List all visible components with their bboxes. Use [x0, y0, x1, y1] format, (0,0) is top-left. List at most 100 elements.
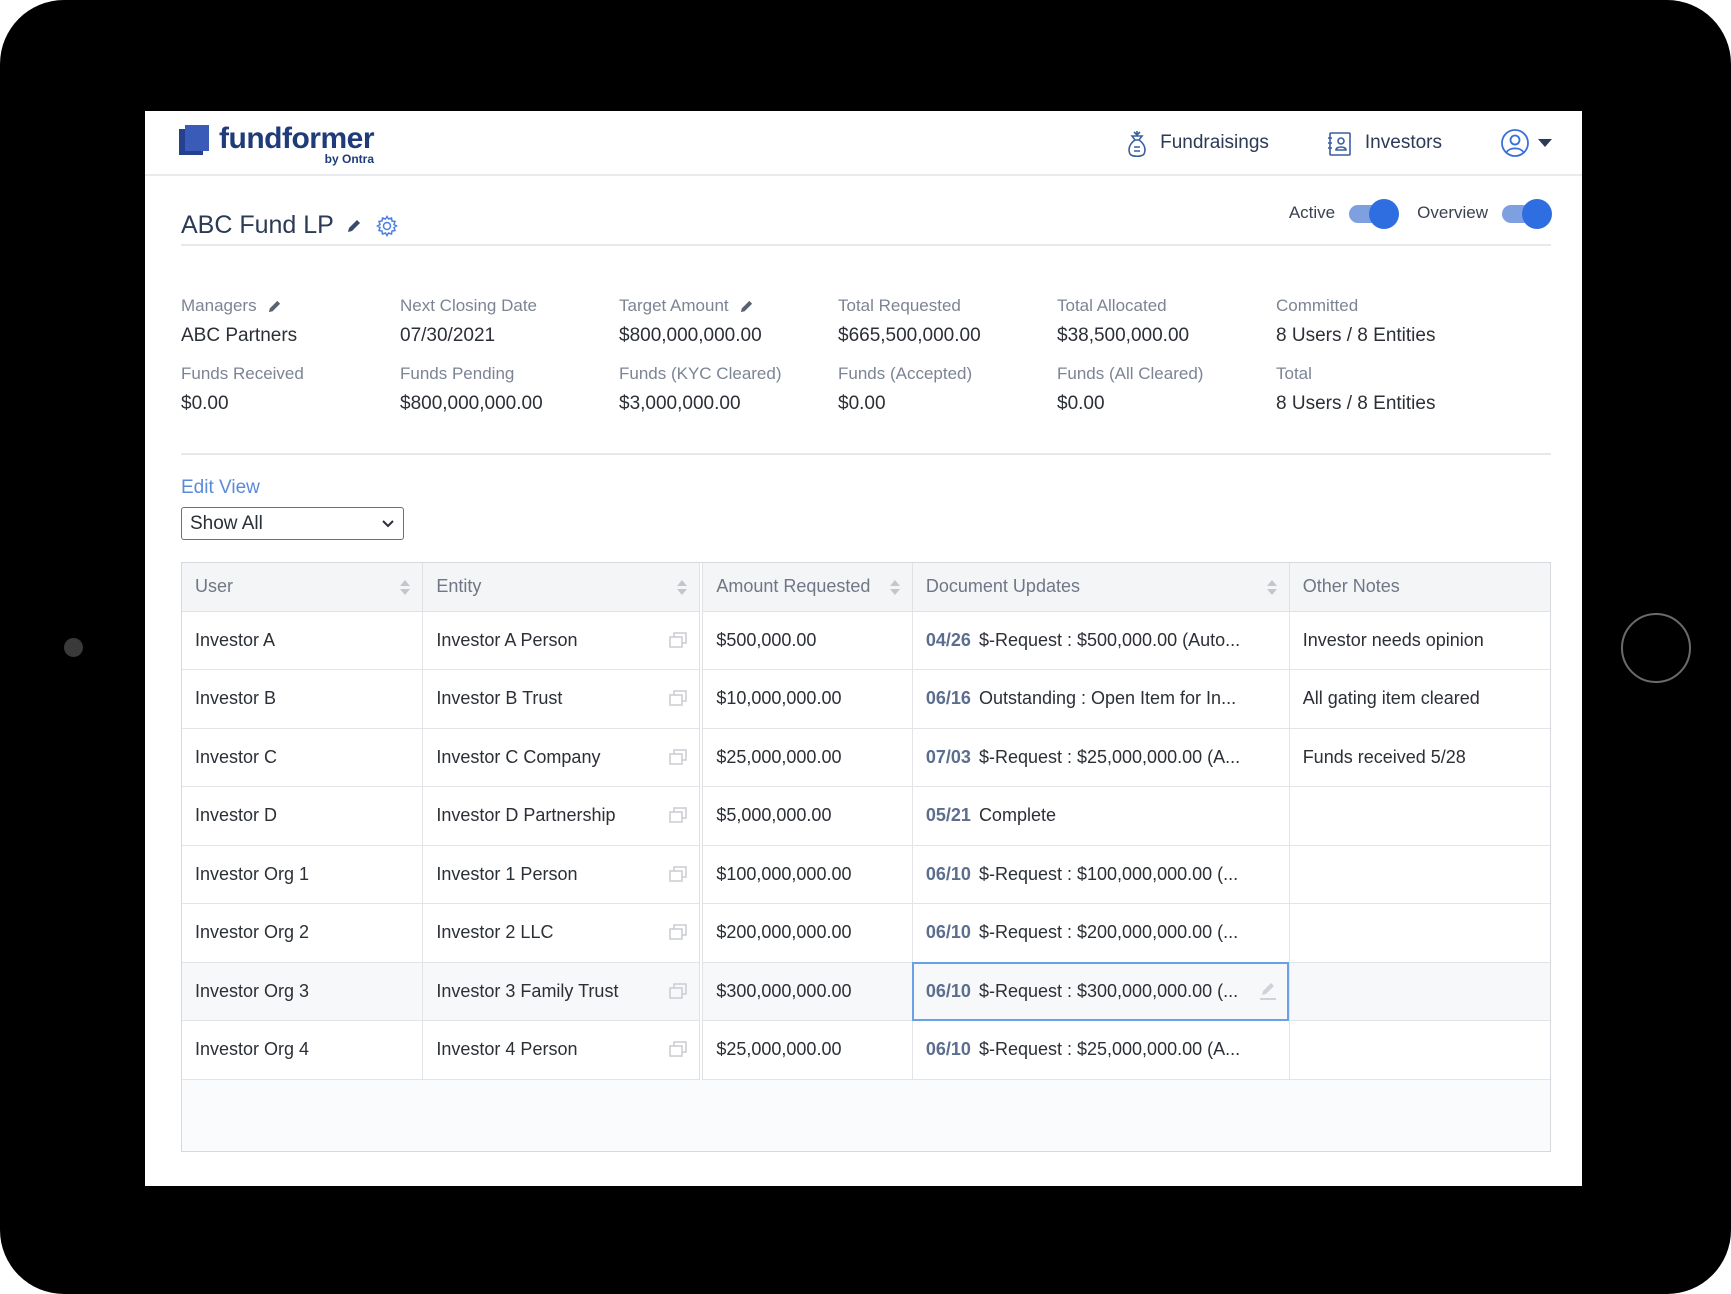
nav-fundraisings[interactable]: Fundraisings: [1126, 128, 1269, 158]
cell-other-notes[interactable]: [1289, 845, 1550, 904]
column-header-user[interactable]: User: [182, 563, 424, 612]
cell-document-updates[interactable]: 06/10 $-Request : $200,000,000.00 (...: [912, 903, 1290, 963]
cell-amount-requested[interactable]: $25,000,000.00: [699, 728, 913, 787]
cell-user[interactable]: Investor Org 4: [182, 1020, 424, 1080]
open-window-icon[interactable]: [669, 982, 688, 999]
entity-name: Investor B Trust: [436, 688, 563, 709]
entity-name: Investor 3 Family Trust: [436, 980, 619, 1001]
cell-entity[interactable]: Investor B Trust: [422, 669, 702, 729]
active-toggle[interactable]: [1349, 199, 1400, 229]
table-row[interactable]: Investor Org 1 Investor 1 Person $100,00…: [182, 845, 1550, 904]
chevron-down-icon: [1538, 138, 1552, 147]
doc-text: Outstanding : Open Item for In...: [978, 688, 1237, 709]
pencil-icon[interactable]: [1259, 981, 1277, 1001]
cell-document-updates[interactable]: 06/16 Outstanding : Open Item for In...: [912, 669, 1290, 729]
doc-date: 05/21: [925, 805, 971, 826]
user-name: Investor Org 2: [195, 922, 310, 943]
cell-user[interactable]: Investor Org 3: [182, 962, 424, 1021]
cell-other-notes[interactable]: [1289, 1020, 1550, 1080]
cell-document-updates[interactable]: 06/10 $-Request : $300,000,000.00 (...: [912, 962, 1290, 1021]
user-name: Investor C: [195, 746, 278, 767]
table-row[interactable]: Investor Org 4 Investor 4 Person $25,000…: [182, 1020, 1550, 1080]
cell-amount-requested[interactable]: $300,000,000.00: [699, 962, 913, 1021]
column-header-other-notes[interactable]: Other Notes: [1289, 563, 1550, 612]
cell-other-notes[interactable]: All gating item cleared: [1289, 669, 1550, 729]
pencil-icon[interactable]: [267, 299, 282, 314]
stat-value: $38,500,000.00: [1057, 325, 1190, 346]
stat-funds-received: Funds Received $0.00: [181, 363, 400, 417]
fundformer-logo[interactable]: fundformer by Ontra: [179, 123, 375, 165]
view-select[interactable]: Show All: [181, 507, 404, 540]
cell-other-notes[interactable]: Investor needs opinion: [1289, 611, 1550, 670]
cell-amount-requested[interactable]: $500,000.00: [699, 611, 913, 670]
cell-document-updates[interactable]: 04/26 $-Request : $500,000.00 (Auto...: [912, 611, 1290, 670]
sort-icon[interactable]: [889, 580, 900, 595]
cell-entity[interactable]: Investor A Person: [422, 611, 702, 670]
user-name: Investor B: [195, 688, 277, 709]
sort-icon[interactable]: [400, 580, 411, 595]
open-window-icon[interactable]: [669, 1041, 688, 1057]
home-button[interactable]: [1621, 613, 1691, 683]
cell-user[interactable]: Investor A: [182, 611, 424, 670]
cell-entity[interactable]: Investor C Company: [422, 728, 702, 787]
pencil-icon[interactable]: [346, 218, 362, 234]
cell-user[interactable]: Investor Org 1: [182, 845, 424, 904]
cell-amount-requested[interactable]: $100,000,000.00: [699, 845, 913, 904]
open-window-icon[interactable]: [669, 690, 688, 706]
column-header-document-updates[interactable]: Document Updates: [912, 563, 1290, 612]
cell-other-notes[interactable]: [1289, 786, 1550, 846]
cell-other-notes[interactable]: [1289, 903, 1550, 963]
stat-value: ABC Partners: [181, 325, 298, 346]
cell-amount-requested[interactable]: $5,000,000.00: [699, 786, 913, 846]
open-window-icon[interactable]: [669, 631, 688, 648]
cell-entity[interactable]: Investor 3 Family Trust: [422, 962, 702, 1021]
amount-value: $200,000,000.00: [716, 922, 852, 943]
cell-entity[interactable]: Investor D Partnership: [422, 786, 702, 846]
cell-other-notes[interactable]: [1289, 962, 1550, 1021]
cell-user[interactable]: Investor D: [182, 786, 424, 846]
divider: [181, 244, 1551, 246]
cell-entity[interactable]: Investor 1 Person: [422, 845, 702, 904]
open-window-icon[interactable]: [669, 748, 688, 765]
table-row[interactable]: Investor C Investor C Company $25,000,00…: [182, 728, 1550, 787]
cell-user[interactable]: Investor C: [182, 728, 424, 787]
doc-text: $-Request : $25,000,000.00 (A...: [978, 1039, 1241, 1060]
edit-view-link[interactable]: Edit View: [181, 477, 260, 499]
doc-text: Complete: [978, 805, 1056, 826]
sort-icon[interactable]: [677, 580, 688, 595]
stat-funds-all-cleared: Funds (All Cleared) $0.00: [1057, 363, 1276, 417]
table-row[interactable]: Investor B Investor B Trust $10,000,000.…: [182, 669, 1550, 729]
cell-document-updates[interactable]: 07/03 $-Request : $25,000,000.00 (A...: [912, 728, 1290, 787]
investor-table: User Entity Amount Requested Document Up…: [181, 562, 1551, 1152]
nav-investors[interactable]: Investors: [1327, 129, 1442, 157]
table-row[interactable]: Investor Org 2 Investor 2 LLC $200,000,0…: [182, 903, 1550, 963]
column-header-amount-requested[interactable]: Amount Requested: [699, 563, 913, 612]
pencil-icon[interactable]: [739, 299, 754, 314]
cell-amount-requested[interactable]: $25,000,000.00: [699, 1020, 913, 1080]
open-window-icon[interactable]: [669, 924, 688, 940]
entity-name: Investor 1 Person: [436, 863, 578, 884]
overview-toggle[interactable]: [1502, 199, 1552, 229]
cell-other-notes[interactable]: Funds received 5/28: [1289, 728, 1550, 787]
cell-document-updates[interactable]: 05/21 Complete: [912, 786, 1290, 846]
cell-amount-requested[interactable]: $10,000,000.00: [699, 669, 913, 729]
stat-value: $800,000,000.00: [400, 393, 543, 414]
open-window-icon[interactable]: [669, 807, 688, 823]
cell-entity[interactable]: Investor 2 LLC: [422, 903, 702, 963]
cell-document-updates[interactable]: 06/10 $-Request : $25,000,000.00 (A...: [912, 1020, 1290, 1080]
cell-user[interactable]: Investor Org 2: [182, 903, 424, 963]
stat-value: 07/30/2021: [400, 325, 496, 346]
open-window-icon[interactable]: [669, 865, 688, 882]
cell-amount-requested[interactable]: $200,000,000.00: [699, 903, 913, 963]
cell-document-updates[interactable]: 06/10 $-Request : $100,000,000.00 (...: [912, 845, 1290, 904]
amount-value: $300,000,000.00: [716, 980, 852, 1001]
table-row[interactable]: Investor Org 3 Investor 3 Family Trust $…: [182, 962, 1550, 1021]
column-header-entity[interactable]: Entity: [422, 563, 702, 612]
cell-user[interactable]: Investor B: [182, 669, 424, 729]
table-row[interactable]: Investor A Investor A Person $500,000.00…: [182, 611, 1550, 670]
gear-icon[interactable]: [375, 214, 398, 237]
user-menu[interactable]: [1500, 128, 1552, 158]
sort-icon[interactable]: [1266, 580, 1277, 595]
table-row[interactable]: Investor D Investor D Partnership $5,000…: [182, 786, 1550, 846]
cell-entity[interactable]: Investor 4 Person: [422, 1020, 702, 1080]
